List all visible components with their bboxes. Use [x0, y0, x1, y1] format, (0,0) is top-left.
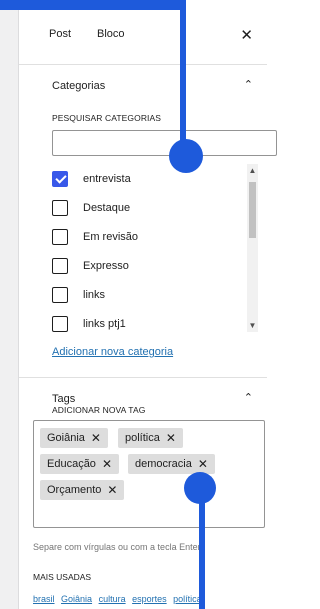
tag-chip: política ✕: [118, 428, 183, 448]
most-used-tag-link[interactable]: Goiânia: [61, 594, 92, 604]
remove-tag-icon[interactable]: ✕: [91, 431, 101, 445]
category-label: links: [83, 289, 106, 301]
annotation-line: [199, 490, 205, 609]
category-item[interactable]: Destaque: [52, 198, 130, 218]
checkbox-checked[interactable]: [52, 171, 68, 187]
scroll-down-icon[interactable]: ▼: [247, 321, 258, 330]
tag-chip-label: Goiânia: [47, 432, 85, 444]
category-label: links ptj1: [83, 318, 126, 330]
category-item[interactable]: entrevista: [52, 169, 131, 189]
most-used-tag-link[interactable]: brasil: [33, 594, 55, 604]
tag-help-text: Separe com vírgulas ou com a tecla Enter…: [33, 542, 203, 552]
tag-chip: Goiânia ✕: [40, 428, 108, 448]
editor-canvas-edge: [0, 0, 18, 609]
category-label: entrevista: [83, 173, 131, 185]
tag-chip-label: Educação: [47, 458, 96, 470]
annotation-line: [0, 0, 186, 10]
checkbox[interactable]: [52, 287, 68, 303]
settings-sidebar: Post Bloco ✕ Categorias ⌃ PESQUISAR CATE…: [19, 0, 277, 609]
tab-block[interactable]: Bloco: [97, 28, 125, 40]
remove-tag-icon[interactable]: ✕: [102, 457, 112, 471]
category-list: entrevista Destaque Em revisão Expresso …: [52, 165, 266, 335]
most-used-tags: brasil Goiânia cultura esportes política: [33, 594, 206, 604]
category-label: Em revisão: [83, 231, 139, 243]
tab-post[interactable]: Post: [49, 28, 71, 40]
most-used-label: MAIS USADAS: [33, 572, 92, 582]
most-used-tag-link[interactable]: esportes: [132, 594, 167, 604]
add-new-category-link[interactable]: Adicionar nova categoria: [52, 346, 173, 358]
category-item[interactable]: Expresso: [52, 256, 129, 276]
search-categories-label: PESQUISAR CATEGORIAS: [52, 113, 162, 123]
most-used-tag-link[interactable]: política: [173, 594, 202, 604]
annotation-marker: [169, 139, 203, 173]
tag-chip: democracia ✕: [128, 454, 215, 474]
tag-chip: Orçamento ✕: [40, 480, 125, 500]
categories-title[interactable]: Categorias: [52, 80, 105, 92]
category-label: Expresso: [83, 260, 129, 272]
chevron-up-icon[interactable]: ⌃: [244, 391, 253, 404]
panel-divider: [19, 377, 267, 378]
category-label: Destaque: [83, 202, 131, 214]
remove-tag-icon[interactable]: ✕: [107, 483, 117, 497]
chevron-up-icon[interactable]: ⌃: [244, 78, 253, 91]
category-scrollbar[interactable]: ▲ ▼: [247, 164, 258, 332]
checkbox[interactable]: [52, 258, 68, 274]
tag-chip-label: política: [125, 432, 160, 444]
checkbox[interactable]: [52, 316, 68, 332]
most-used-tag-link[interactable]: cultura: [99, 594, 126, 604]
tag-chip-label: Orçamento: [47, 484, 102, 496]
category-item[interactable]: links ptj1: [52, 314, 126, 334]
scrollbar-thumb[interactable]: [249, 182, 256, 238]
annotation-line: [180, 0, 186, 150]
close-icon[interactable]: ✕: [240, 26, 253, 44]
search-categories-input[interactable]: [52, 130, 277, 156]
remove-tag-icon[interactable]: ✕: [166, 431, 176, 445]
tags-title[interactable]: Tags: [52, 393, 75, 405]
checkbox[interactable]: [52, 200, 68, 216]
tag-input[interactable]: Goiânia ✕ política ✕ Educação ✕ democrac…: [33, 420, 265, 528]
category-item[interactable]: links: [52, 285, 105, 305]
tag-chip-label: democracia: [135, 458, 192, 470]
tag-chip: Educação ✕: [40, 454, 119, 474]
add-new-tag-label: ADICIONAR NOVA TAG: [52, 405, 146, 415]
category-item[interactable]: Em revisão: [52, 227, 138, 247]
scroll-up-icon[interactable]: ▲: [247, 166, 258, 175]
remove-tag-icon[interactable]: ✕: [198, 457, 208, 471]
checkbox[interactable]: [52, 229, 68, 245]
